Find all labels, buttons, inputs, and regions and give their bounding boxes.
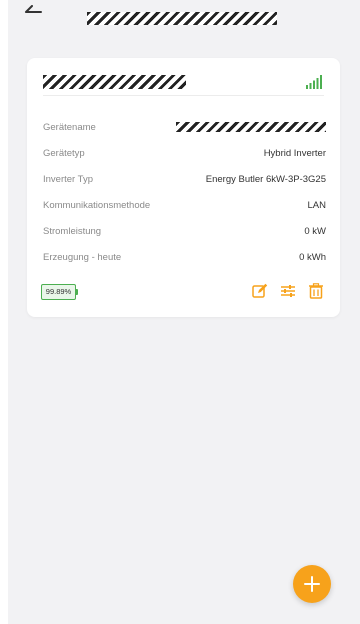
settings-sliders-icon[interactable] (280, 283, 296, 299)
device-name-redacted (43, 75, 186, 89)
detail-label: Inverter Typ (43, 173, 93, 185)
detail-label: Gerätename (43, 121, 96, 133)
detail-value: 0 kW (304, 225, 326, 237)
detail-value: 0 kWh (299, 251, 326, 263)
edit-icon[interactable] (252, 283, 268, 299)
device-card-header (43, 75, 324, 96)
detail-row-device-name: Gerätename (43, 114, 326, 140)
device-details: Gerätename Gerätetyp Hybrid Inverter Inv… (43, 114, 326, 270)
device-card-footer: 99.89% (41, 283, 326, 303)
signal-strength-icon (306, 75, 322, 89)
page-title-redacted (87, 12, 277, 25)
device-actions (252, 283, 324, 299)
detail-row-communication: Kommunikationsmethode LAN (43, 192, 326, 218)
detail-label: Stromleistung (43, 225, 102, 237)
detail-row-power: Stromleistung 0 kW (43, 218, 326, 244)
detail-value-redacted (176, 122, 326, 132)
detail-row-inverter-type: Inverter Typ Energy Butler 6kW-3P-3G25 (43, 166, 326, 192)
detail-label: Gerätetyp (43, 147, 85, 159)
battery-level-badge: 99.89% (41, 284, 78, 300)
app-screen: Gerätename Gerätetyp Hybrid Inverter Inv… (8, 0, 360, 624)
detail-value: LAN (307, 199, 326, 211)
detail-row-generation-today: Erzeugung - heute 0 kWh (43, 244, 326, 270)
detail-value: Energy Butler 6kW-3P-3G25 (205, 173, 326, 185)
add-device-button[interactable] (293, 565, 331, 603)
detail-row-device-type: Gerätetyp Hybrid Inverter (43, 140, 326, 166)
trash-icon[interactable] (308, 283, 324, 299)
back-arrow-icon[interactable] (24, 5, 42, 19)
device-card[interactable]: Gerätename Gerätetyp Hybrid Inverter Inv… (27, 58, 340, 317)
detail-value: Hybrid Inverter (263, 147, 326, 159)
detail-label: Kommunikationsmethode (43, 199, 151, 211)
detail-label: Erzeugung - heute (43, 251, 122, 263)
top-bar (8, 0, 360, 44)
